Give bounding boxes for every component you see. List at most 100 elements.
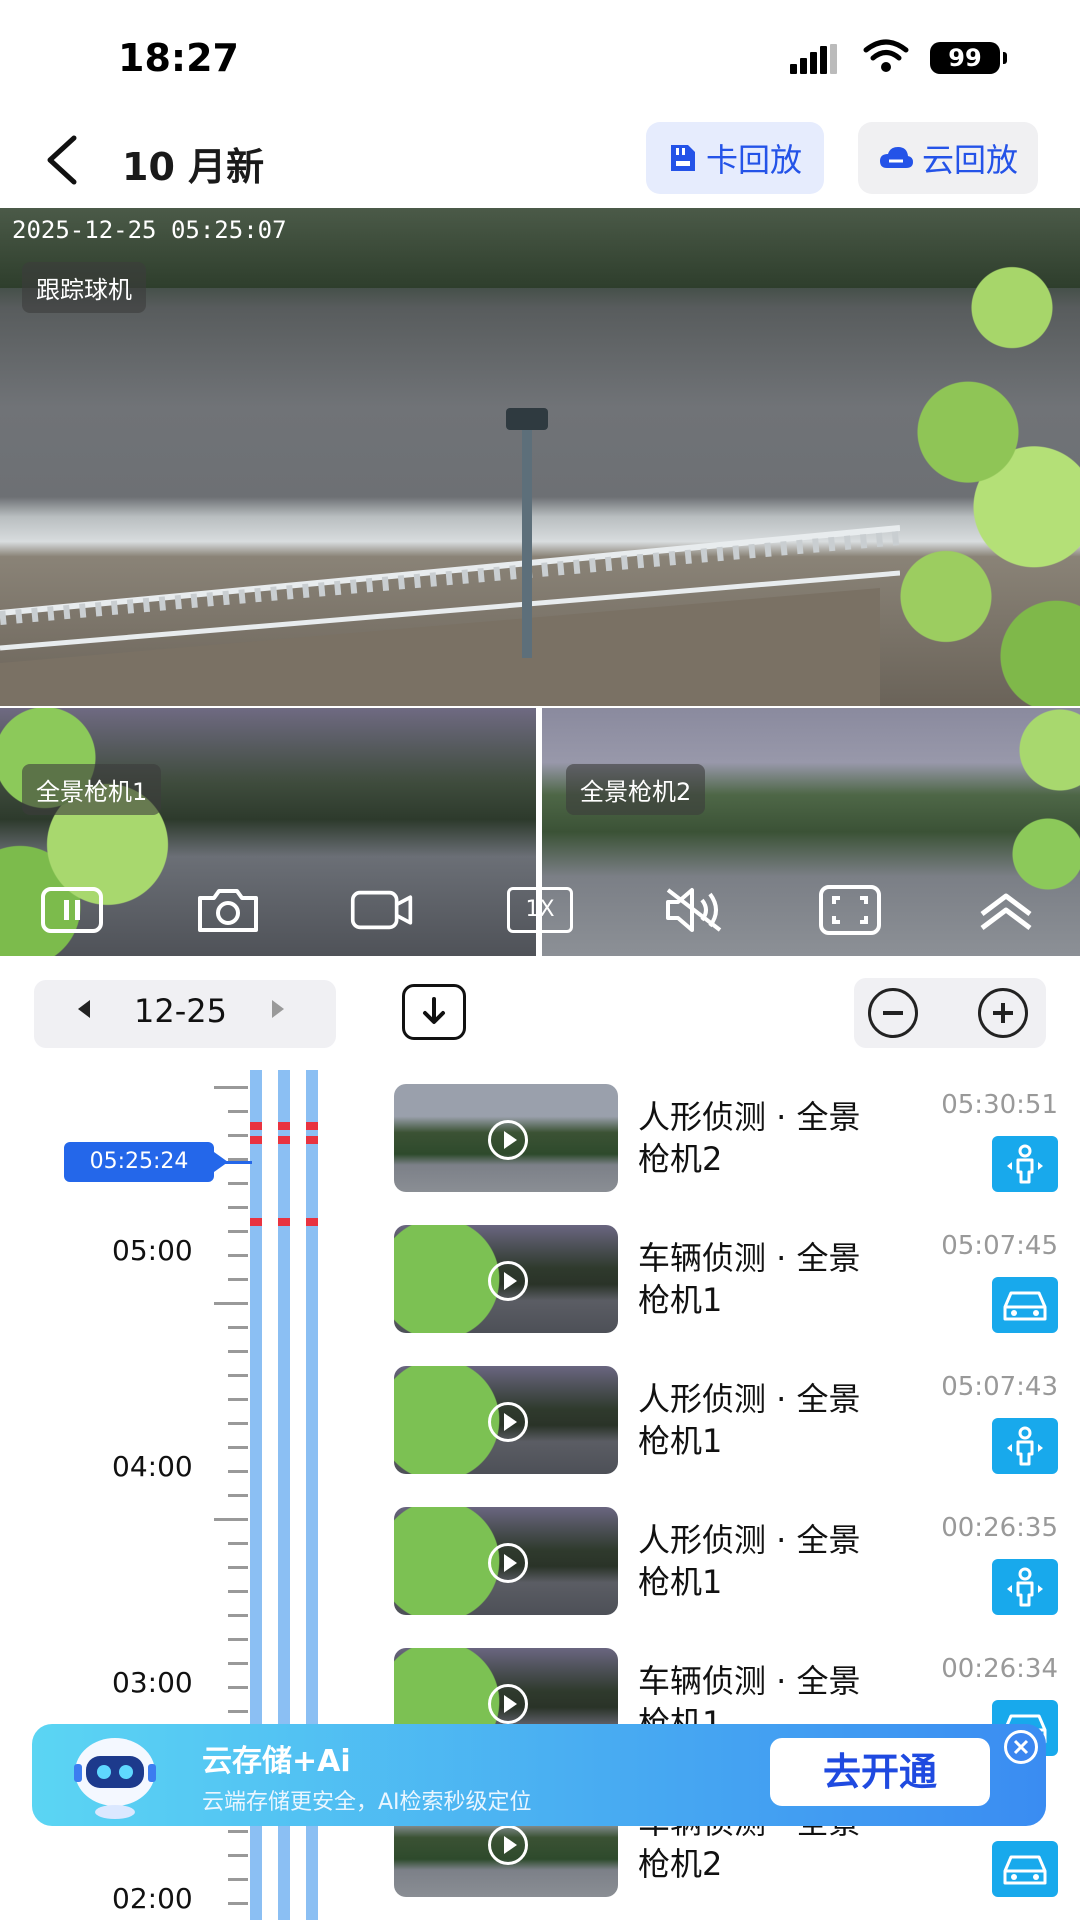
status-time: 18:27 [118, 36, 239, 80]
timeline-tick [228, 1686, 248, 1689]
zoom-in-icon [993, 1003, 1013, 1023]
record-marker [306, 1218, 318, 1226]
event-time: 00:26:34 [941, 1654, 1058, 1684]
timeline-tick [228, 1494, 248, 1497]
collapse-button[interactable] [974, 884, 1038, 936]
speaker-muted-icon [666, 888, 722, 932]
play-icon [488, 1402, 528, 1442]
timeline-label: 03:00 [112, 1666, 193, 1699]
speed-button[interactable]: 1X [506, 884, 574, 936]
record-marker [278, 1218, 290, 1226]
zoom-controls [854, 978, 1046, 1048]
fullscreen-icon [819, 885, 881, 935]
timeline-tick [228, 1446, 248, 1449]
event-time: 05:30:51 [941, 1090, 1058, 1120]
street-lamp-graphic [506, 408, 548, 658]
mute-button[interactable] [662, 884, 726, 936]
main-video-feed[interactable] [0, 208, 1080, 706]
timeline-tick [228, 1350, 248, 1353]
event-time: 05:07:45 [941, 1231, 1058, 1261]
fullscreen-button[interactable] [818, 884, 882, 936]
pause-button[interactable] [40, 884, 104, 936]
event-thumbnail[interactable] [394, 1225, 618, 1333]
snapshot-button[interactable] [196, 884, 260, 936]
timeline-tick [214, 1518, 248, 1521]
person-detect-icon [1007, 1426, 1043, 1466]
event-thumbnail[interactable] [394, 1507, 618, 1615]
event-item[interactable]: 人形侦测 · 全景枪机1 00:26:35 [394, 1507, 1080, 1619]
timeline-tick [228, 1878, 248, 1881]
event-thumbnail[interactable] [394, 1084, 618, 1192]
event-time: 00:26:35 [941, 1513, 1058, 1543]
cellular-signal-icon [790, 44, 840, 74]
timeline-tick [228, 1830, 248, 1833]
record-marker [278, 1122, 290, 1130]
play-icon [488, 1543, 528, 1583]
video-record-icon [350, 890, 413, 930]
tree-foliage [880, 208, 1080, 706]
timeline-tick [228, 1614, 248, 1617]
event-time: 05:07:43 [941, 1372, 1058, 1402]
timeline-tick [228, 1110, 248, 1113]
record-marker [250, 1122, 262, 1130]
page-header: 10 月新 卡回放 云回放 [0, 112, 1080, 208]
cloud-storage-promo[interactable]: 云存储+Ai 云端存储更安全，AI检索秒级定位 去开通 [32, 1724, 1046, 1826]
promo-title: 云存储+Ai [202, 1744, 351, 1779]
event-title: 人形侦测 · 全景枪机2 [638, 1098, 861, 1178]
sub-camera-label-2: 全景枪机2 [566, 764, 706, 815]
timeline-tick [228, 1254, 248, 1257]
download-button[interactable] [402, 984, 466, 1040]
zoom-out-button[interactable] [868, 988, 918, 1038]
sub-camera-label-1: 全景枪机1 [22, 764, 162, 815]
record-marker [306, 1122, 318, 1130]
timeline-tick [228, 1182, 248, 1185]
promo-close-button[interactable] [1004, 1730, 1038, 1764]
zoom-in-button[interactable] [978, 988, 1028, 1038]
cloud-playback-button[interactable]: 云回放 [858, 122, 1038, 194]
record-marker [250, 1136, 262, 1144]
event-type-badge [992, 1559, 1058, 1615]
timeline-label: 05:00 [112, 1234, 193, 1267]
close-icon [1013, 1739, 1029, 1755]
robot-mascot-icon [74, 1738, 156, 1819]
previous-day-icon[interactable] [78, 1000, 90, 1018]
date-selector: 12-25 [34, 980, 336, 1048]
person-detect-icon [1007, 1144, 1043, 1184]
event-thumbnail[interactable] [394, 1366, 618, 1474]
timeline-tick [228, 1590, 248, 1593]
event-type-badge [992, 1136, 1058, 1192]
timeline-cursor[interactable]: 05:25:24 [64, 1142, 228, 1182]
main-camera-label: 跟踪球机 [22, 262, 146, 313]
timeline-tick [228, 1398, 248, 1401]
back-arrow-icon[interactable] [40, 132, 88, 188]
timeline-tick [228, 1902, 248, 1905]
activate-button[interactable]: 去开通 [770, 1738, 990, 1806]
play-icon [488, 1825, 528, 1865]
card-playback-button[interactable]: 卡回放 [646, 122, 824, 194]
event-item[interactable]: 人形侦测 · 全景枪机2 05:30:51 [394, 1084, 1080, 1196]
timeline-tick [228, 1206, 248, 1209]
event-item[interactable]: 车辆侦测 · 全景枪机1 05:07:45 [394, 1225, 1080, 1337]
timeline-tick [228, 1134, 248, 1137]
timeline-label: 04:00 [112, 1450, 193, 1483]
timeline-tick [228, 1470, 248, 1473]
vehicle-detect-icon [1003, 1291, 1047, 1321]
card-playback-label: 卡回放 [705, 141, 802, 179]
person-detect-icon [1007, 1567, 1043, 1607]
event-type-badge [992, 1277, 1058, 1333]
timeline-tick [228, 1710, 248, 1713]
next-day-icon[interactable] [272, 1000, 284, 1018]
play-icon [488, 1120, 528, 1160]
vehicle-detect-icon [1003, 1855, 1047, 1885]
timeline-tick [228, 1278, 248, 1281]
event-item[interactable]: 人形侦测 · 全景枪机1 05:07:43 [394, 1366, 1080, 1478]
timeline-tick [214, 1086, 248, 1089]
record-button[interactable] [350, 884, 414, 936]
event-type-badge [992, 1418, 1058, 1474]
sd-card-icon [670, 145, 695, 171]
cloud-icon [879, 147, 913, 168]
timeline-tick [228, 1542, 248, 1545]
double-chevron-up-icon [980, 893, 1032, 930]
event-type-badge [992, 1841, 1058, 1897]
video-controls: 1X [0, 870, 1080, 954]
